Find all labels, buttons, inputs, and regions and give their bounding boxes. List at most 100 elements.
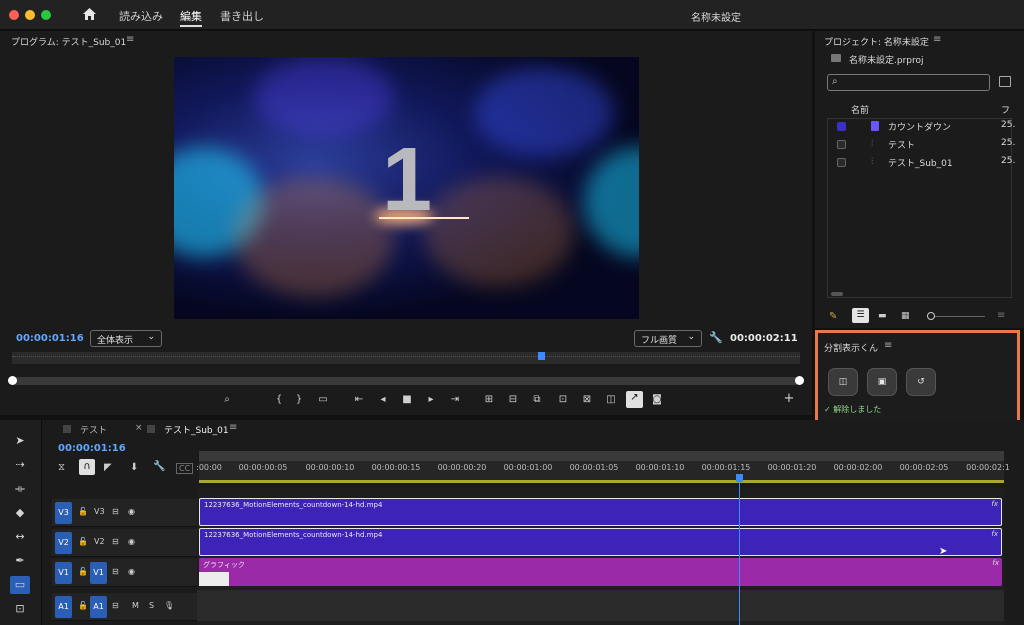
add-button-icon[interactable]: + (782, 392, 796, 406)
solo-button[interactable]: S (149, 601, 154, 610)
minimize-window-button[interactable] (25, 10, 35, 20)
pencil-icon[interactable]: ✎ (829, 311, 837, 322)
panel-menu-icon[interactable]: ≡ (229, 422, 237, 433)
project-search-input[interactable]: ⌕ (827, 74, 990, 91)
insert-icon[interactable]: ⧉ (530, 393, 544, 407)
camera-icon[interactable]: ◙ (650, 393, 664, 407)
split-view-button[interactable]: ◫ (828, 368, 858, 396)
track-target-v1[interactable]: V1 (90, 562, 107, 584)
selection-tool-icon[interactable]: ➤ (10, 432, 30, 450)
panel-menu-icon[interactable]: ≡ (933, 34, 941, 45)
step-forward-icon[interactable]: ▸ (424, 393, 438, 407)
stop-icon[interactable]: ■ (400, 393, 414, 407)
sort-icon[interactable]: ≡ (997, 310, 1005, 321)
track-header-v2: V2 🔓 V2 ⊟ ◉ (52, 529, 197, 557)
lock-icon[interactable]: 🔓 (78, 567, 88, 576)
sync-lock-icon[interactable]: ⊟ (112, 507, 119, 516)
add-marker-icon[interactable]: ⬇ (130, 462, 138, 473)
quality-dropdown[interactable]: フル画質 ⌄ (634, 330, 702, 347)
clip-v2[interactable]: 12237636_MotionElements_countdown-14-hd.… (199, 528, 1002, 556)
source-patch-v1[interactable]: V1 (55, 562, 72, 584)
column-header-fps[interactable]: フ (1001, 103, 1010, 116)
source-patch-v2[interactable]: V2 (55, 532, 72, 554)
track-target-a1[interactable]: A1 (90, 596, 107, 618)
safe-margin-icon[interactable]: ▭ (316, 393, 330, 407)
nest-icon[interactable]: ⧖ (58, 462, 65, 473)
rectangle-tool-icon[interactable]: ▭ (10, 576, 30, 594)
go-to-out-icon[interactable]: ⇥ (448, 393, 462, 407)
track-select-tool-icon[interactable]: ⇢ (10, 456, 30, 474)
tab-edit[interactable]: 編集 (180, 8, 202, 27)
sync-lock-icon[interactable]: ⊟ (112, 567, 119, 576)
step-back-icon[interactable]: ◂ (376, 393, 390, 407)
list-view-icon[interactable]: ☰ (852, 308, 869, 323)
wrench-icon[interactable]: 🔧 (709, 331, 723, 344)
reset-button[interactable]: ↺ (906, 368, 936, 396)
eye-icon[interactable]: ◉ (128, 537, 135, 546)
horizontal-scrollbar[interactable] (831, 292, 843, 296)
timeline-tab-test[interactable]: テスト (80, 423, 107, 436)
timeline-current-timecode[interactable]: 00:00:01:16 (58, 443, 126, 454)
program-current-timecode[interactable]: 00:00:01:16 (16, 333, 84, 344)
program-scrub-bar[interactable] (12, 352, 800, 364)
source-patch-v3[interactable]: V3 (55, 502, 72, 524)
mark-in-icon[interactable]: { (272, 393, 286, 407)
overwrite-icon[interactable]: ⊡ (556, 393, 570, 407)
sync-lock-icon[interactable]: ⊟ (112, 601, 119, 610)
zoom-slider[interactable] (927, 312, 985, 320)
slip-tool-icon[interactable]: ↔ (10, 528, 30, 546)
linked-selection-icon[interactable]: ◤ (104, 462, 112, 473)
icon-view-icon[interactable]: ▬ (878, 311, 887, 321)
zoom-slider-handle[interactable] (927, 312, 935, 320)
single-view-button[interactable]: ▣ (867, 368, 897, 396)
sync-lock-icon[interactable]: ⊟ (112, 537, 119, 546)
column-header-name[interactable]: 名前 (851, 103, 869, 116)
marker-icon[interactable]: ⌕ (220, 393, 234, 407)
new-bin-icon[interactable] (999, 76, 1011, 87)
timeline-playhead-handle[interactable] (736, 474, 743, 482)
tab-export[interactable]: 書き出し (220, 8, 264, 24)
zoom-window-button[interactable] (41, 10, 51, 20)
zoom-scroll-bar[interactable] (8, 376, 804, 385)
panel-menu-icon[interactable]: ≡ (126, 34, 134, 45)
fit-dropdown[interactable]: 全体表示 ⌄ (90, 330, 162, 347)
clip-v3[interactable]: 12237636_MotionElements_countdown-14-hd.… (199, 498, 1002, 526)
multicam-icon[interactable]: ◫ (604, 393, 618, 407)
freeform-view-icon[interactable]: ▦ (901, 311, 910, 321)
panel-menu-icon[interactable]: ≡ (884, 340, 892, 351)
lock-icon[interactable]: 🔓 (78, 537, 88, 546)
source-patch-a1[interactable]: A1 (55, 596, 72, 618)
trim-icon[interactable]: ⊠ (580, 393, 594, 407)
tab-import[interactable]: 読み込み (119, 8, 163, 24)
mute-button[interactable]: M (132, 601, 139, 610)
mark-out-icon[interactable]: } (292, 393, 306, 407)
export-frame-icon[interactable]: ↗ (626, 391, 643, 408)
label-color-swatch[interactable] (837, 140, 846, 149)
list-item[interactable]: カウントダウン 25. (827, 118, 1015, 135)
eye-icon[interactable]: ◉ (128, 567, 135, 576)
lock-icon[interactable]: 🔓 (78, 507, 88, 516)
label-color-swatch[interactable] (837, 158, 846, 167)
clip-v1-graphic[interactable]: グラフィック fx (199, 558, 1002, 586)
razor-tool-icon[interactable]: ◆ (10, 504, 30, 522)
go-to-in-icon[interactable]: ⇤ (352, 393, 366, 407)
pen-tool-icon[interactable]: ✒ (10, 552, 30, 570)
type-tool-icon[interactable]: ⊡ (10, 600, 30, 618)
close-tab-icon[interactable]: × (135, 423, 143, 433)
list-item[interactable]: ⫶ テスト 25. (827, 136, 1015, 153)
microphone-icon[interactable]: 🎙 (164, 601, 174, 610)
label-color-swatch[interactable] (837, 122, 846, 131)
close-window-button[interactable] (9, 10, 19, 20)
ripple-edit-tool-icon[interactable]: ⟛ (10, 480, 30, 498)
lift-icon[interactable]: ⊞ (482, 393, 496, 407)
captions-icon[interactable]: CC (176, 463, 194, 474)
playhead-marker[interactable] (538, 352, 545, 360)
snap-icon[interactable]: ∩ (79, 459, 95, 475)
wrench-icon[interactable]: 🔧 (153, 461, 165, 472)
eye-icon[interactable]: ◉ (128, 507, 135, 516)
lock-icon[interactable]: 🔓 (78, 601, 88, 610)
extract-icon[interactable]: ⊟ (506, 393, 520, 407)
list-item[interactable]: ⫶ テスト_Sub_01 25. (827, 154, 1015, 171)
home-icon[interactable] (82, 7, 97, 24)
timeline-tab-sub[interactable]: テスト_Sub_01 (164, 423, 229, 436)
